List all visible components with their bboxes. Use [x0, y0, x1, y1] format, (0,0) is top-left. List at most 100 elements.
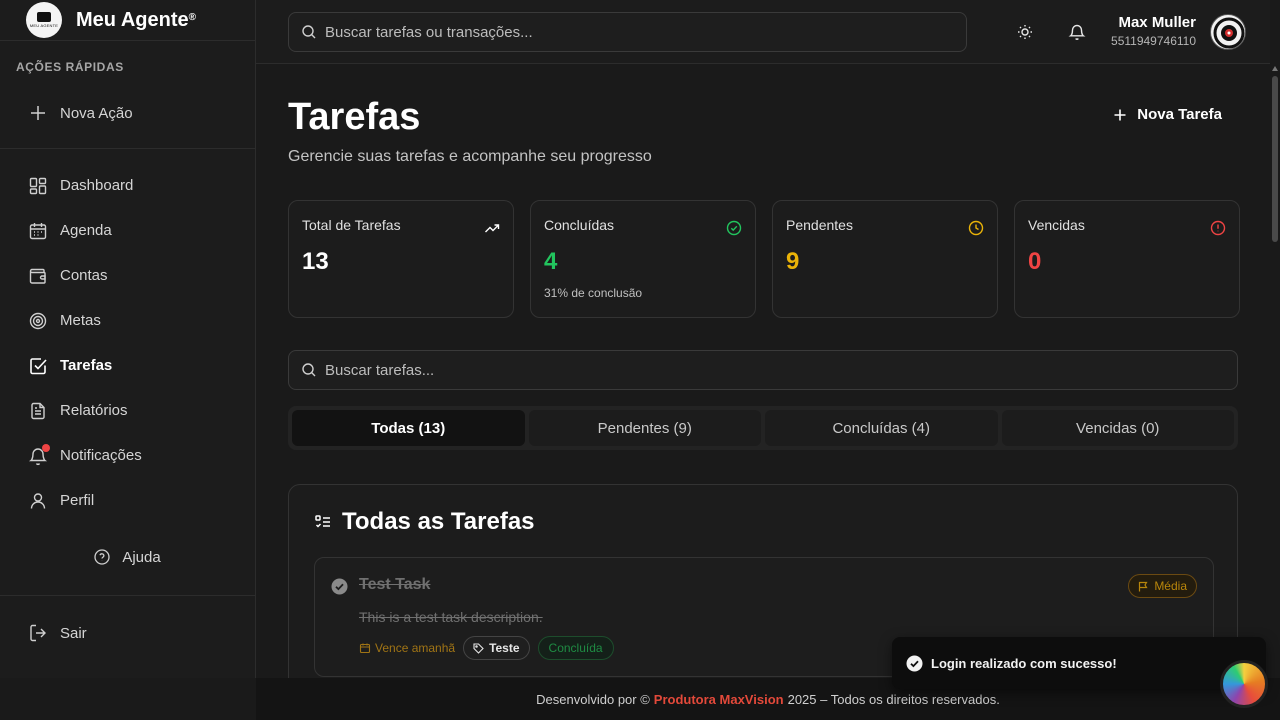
plus-icon [28, 103, 48, 123]
stats-cards: Total de Tarefas 13 Concluídas 4 31% de … [288, 200, 1240, 318]
flag-icon [1138, 581, 1149, 592]
logout-icon [28, 623, 48, 643]
sidebar-item-metas[interactable]: Metas [0, 298, 255, 343]
priority-badge: Média [1128, 574, 1197, 598]
new-action-label: Nova Ação [60, 104, 133, 122]
target-icon [28, 311, 48, 331]
task-list-title: Todas as Tarefas [314, 508, 535, 536]
scrollbar[interactable] [1270, 64, 1280, 678]
sidebar-item-label: Agenda [60, 222, 112, 239]
checkbox-icon [28, 356, 48, 376]
footer-suffix: 2025 – Todos os direitos reservados. [787, 691, 1000, 707]
bell-icon [28, 443, 50, 466]
global-search[interactable] [288, 12, 967, 52]
check-circle-icon [726, 220, 742, 236]
search-icon [301, 24, 317, 40]
sidebar-item-relatorios[interactable]: Relatórios [0, 388, 255, 433]
stat-card-total: Total de Tarefas 13 [288, 200, 514, 318]
completion-note: 31% de conclusão [544, 286, 643, 300]
trending-up-icon [484, 220, 500, 236]
tab-todas[interactable]: Todas (13) [292, 410, 525, 446]
tag-badge[interactable]: Teste [463, 636, 530, 660]
calendar-icon [28, 221, 48, 241]
brand-name: Meu Agente® [76, 8, 196, 31]
sidebar-item-notificacoes[interactable]: Notificações [0, 433, 255, 478]
task-tabs: Todas (13) Pendentes (9) Concluídas (4) … [288, 406, 1238, 450]
toast-message: Login realizado com sucesso! [931, 655, 1117, 671]
calendar-icon [359, 642, 371, 654]
sidebar-item-dashboard[interactable]: Dashboard [0, 163, 255, 208]
sidebar-item-contas[interactable]: Contas [0, 253, 255, 298]
stat-label: Vencidas [1028, 217, 1085, 233]
task-search[interactable] [288, 350, 1238, 390]
theme-toggle-sun-icon[interactable] [1015, 22, 1035, 42]
wallet-icon [28, 266, 48, 286]
footer-company-link[interactable]: Produtora MaxVision [654, 692, 784, 707]
stat-label: Total de Tarefas [302, 217, 401, 233]
sidebar-item-perfil[interactable]: Perfil [0, 478, 255, 523]
tag-label: Teste [489, 641, 520, 655]
user-phone: 5511949746110 [1111, 34, 1196, 48]
stat-label: Concluídas [544, 217, 615, 233]
sidebar-item-label: Relatórios [60, 402, 128, 419]
logout-button[interactable]: Sair [0, 596, 255, 670]
tab-vencidas[interactable]: Vencidas (0) [1001, 410, 1234, 446]
check-circle-icon [906, 655, 923, 672]
due-label: Vence amanhã [375, 641, 456, 655]
brand-logo: MEU AGENTE [26, 2, 62, 38]
help-label: Ajuda [122, 548, 161, 566]
task-search-input[interactable] [325, 361, 1237, 379]
notification-dot [42, 443, 50, 452]
brand[interactable]: MEU AGENTE Meu Agente® [0, 0, 255, 41]
stat-value: 9 [786, 248, 800, 275]
status-badge: Concluída [537, 636, 614, 660]
stat-card-pendentes: Pendentes 9 [772, 200, 998, 318]
sidebar-item-label: Dashboard [60, 177, 134, 194]
user-name: Max Muller [1118, 14, 1196, 31]
sidebar-item-agenda[interactable]: Agenda [0, 208, 255, 253]
tab-pendentes[interactable]: Pendentes (9) [528, 410, 761, 446]
task-description: This is a test task description. [359, 609, 543, 625]
toast-notification[interactable]: Login realizado com sucesso! [892, 637, 1266, 689]
footer-prefix: Desenvolvido por © [536, 691, 650, 707]
avatar[interactable] [1210, 14, 1246, 50]
new-task-button[interactable]: Nova Tarefa [1113, 106, 1222, 123]
task-list-title-text: Todas as Tarefas [342, 508, 535, 535]
alert-circle-icon [1210, 220, 1226, 236]
completed-check-icon[interactable] [331, 578, 348, 595]
tag-icon [473, 642, 484, 654]
list-todo-icon [314, 513, 332, 531]
stat-label: Pendentes [786, 217, 853, 233]
stat-card-vencidas: Vencidas 0 [1014, 200, 1240, 318]
sidebar-item-label: Metas [60, 312, 101, 329]
plus-icon [1113, 108, 1127, 122]
assistant-fab-button[interactable] [1220, 660, 1268, 708]
page-subtitle: Gerencie suas tarefas e acompanhe seu pr… [288, 148, 652, 165]
sidebar-item-tarefas[interactable]: Tarefas [0, 343, 255, 388]
quick-actions-title: AÇÕES RÁPIDAS [16, 60, 124, 74]
task-title: Test Task [359, 576, 431, 593]
new-task-label: Nova Tarefa [1137, 106, 1222, 123]
sidebar-item-label: Tarefas [60, 357, 113, 374]
sidebar-item-label: Contas [60, 267, 108, 284]
stat-value: 0 [1028, 248, 1042, 275]
notifications-bell-icon[interactable] [1067, 22, 1087, 42]
sidebar-item-label: Perfil [60, 492, 95, 509]
stat-value: 4 [544, 248, 558, 275]
topbar: Max Muller 5511949746110 [256, 0, 1270, 64]
help-button[interactable]: Ajuda [0, 537, 255, 577]
sidebar: MEU AGENTE Meu Agente® AÇÕES RÁPIDAS Nov… [0, 0, 256, 678]
due-date: Vence amanhã [359, 641, 455, 655]
tab-concluidas[interactable]: Concluídas (4) [765, 410, 998, 446]
global-search-input[interactable] [325, 23, 966, 41]
new-action-button[interactable]: Nova Ação [0, 86, 255, 140]
search-icon [301, 362, 317, 378]
clock-icon [968, 220, 984, 236]
task-meta: Vence amanhã Teste Concluída [359, 636, 614, 660]
logout-label: Sair [60, 624, 87, 642]
dashboard-icon [28, 176, 48, 196]
sidebar-item-label: Notificações [60, 447, 142, 464]
help-circle-icon [94, 549, 110, 565]
user-icon [28, 491, 48, 511]
user-info[interactable]: Max Muller 5511949746110 [1111, 14, 1196, 48]
